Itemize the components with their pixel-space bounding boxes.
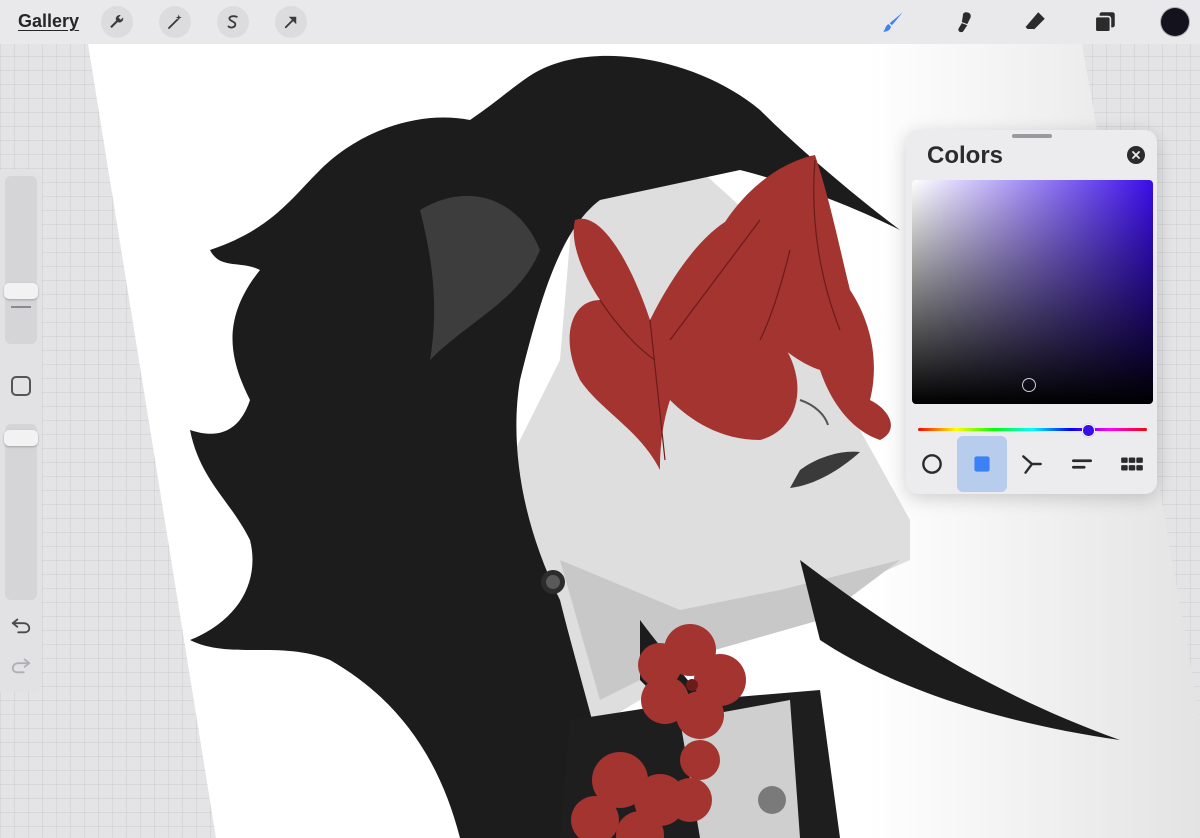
slider-divider xyxy=(11,306,31,308)
wrench-icon[interactable] xyxy=(101,6,133,38)
colors-panel: Colors xyxy=(906,130,1157,494)
gallery-button[interactable]: Gallery xyxy=(18,11,79,32)
selection-icon[interactable] xyxy=(217,6,249,38)
color-picker-ring[interactable] xyxy=(1022,378,1036,392)
brush-size-slider[interactable] xyxy=(5,176,37,344)
redo-icon[interactable] xyxy=(10,654,32,676)
opacity-slider[interactable] xyxy=(5,424,37,600)
transform-arrow-icon[interactable] xyxy=(275,6,307,38)
disc-mode-icon[interactable] xyxy=(907,436,957,492)
top-toolbar: Gallery xyxy=(0,0,1200,44)
harmony-mode-icon[interactable] xyxy=(1007,436,1057,492)
value-mode-icon[interactable] xyxy=(1057,436,1107,492)
classic-mode-icon[interactable] xyxy=(957,436,1007,492)
layers-icon[interactable] xyxy=(1089,6,1121,38)
flower-upper-center xyxy=(686,679,698,691)
close-icon[interactable] xyxy=(1127,146,1145,164)
palettes-mode-icon[interactable] xyxy=(1107,436,1157,492)
magic-wand-icon[interactable] xyxy=(159,6,191,38)
active-color-swatch[interactable] xyxy=(1161,8,1189,36)
panel-title: Colors xyxy=(927,142,1004,169)
brush-size-thumb[interactable] xyxy=(4,283,38,300)
smudge-icon[interactable] xyxy=(948,6,980,38)
modifier-square-icon[interactable] xyxy=(11,376,31,396)
eraser-icon[interactable] xyxy=(1019,6,1051,38)
opacity-thumb[interactable] xyxy=(4,430,38,447)
undo-icon[interactable] xyxy=(10,614,32,636)
collar-button xyxy=(758,786,786,814)
left-sidebar xyxy=(0,170,42,692)
panel-grabber[interactable] xyxy=(1012,134,1052,138)
earring-highlight xyxy=(546,575,560,589)
saturation-brightness-picker[interactable] xyxy=(912,180,1153,404)
brush-icon[interactable] xyxy=(877,6,909,38)
hue-slider[interactable] xyxy=(918,428,1147,431)
